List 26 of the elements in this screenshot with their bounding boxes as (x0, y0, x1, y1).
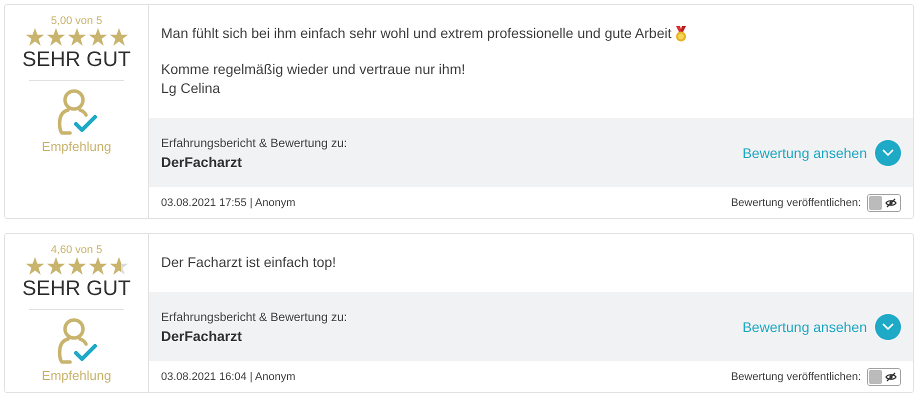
chevron-down-icon (875, 140, 901, 166)
subject-caption: Erfahrungsbericht & Bewertung zu: (161, 310, 348, 324)
recommendation-label: Empfehlung (42, 139, 112, 154)
review-text: Man fühlt sich bei ihm einfach sehr wohl und extrem professionelle und gute Arbeit (161, 24, 672, 43)
recommendation-label: Empfehlung (42, 368, 112, 383)
review-meta: 03.08.2021 17:55 | Anonym (161, 196, 296, 208)
subject-caption: Erfahrungsbericht & Bewertung zu: (161, 136, 348, 150)
review-text: Lg Celina (161, 79, 220, 98)
rating-verdict: SEHR GUT (22, 48, 131, 72)
rating-score: 4,60 von 5 (50, 244, 102, 256)
view-review-link[interactable]: Bewertung ansehen (742, 314, 901, 340)
rating-score: 5,00 von 5 (50, 15, 102, 27)
chevron-down-icon (875, 314, 901, 340)
subject-name: DerFacharzt (161, 154, 243, 170)
eye-slash-icon (884, 198, 896, 208)
publish-label: Bewertung veröffentlichen: (730, 370, 861, 382)
review-text: Der Facharzt ist einfach top! (161, 253, 336, 272)
review-text: Komme regelmäßig wieder und vertraue nur ihm! (161, 60, 466, 79)
publish-toggle[interactable] (867, 194, 901, 212)
rating-verdict: SEHR GUT (22, 277, 131, 301)
subject-name: DerFacharzt (161, 328, 243, 344)
review-meta: 03.08.2021 16:04 | Anonym (161, 370, 296, 382)
view-review-link[interactable]: Bewertung ansehen (742, 140, 901, 166)
eye-slash-icon (884, 372, 896, 382)
publish-label: Bewertung veröffentlichen: (730, 196, 861, 208)
publish-toggle[interactable] (867, 368, 901, 386)
